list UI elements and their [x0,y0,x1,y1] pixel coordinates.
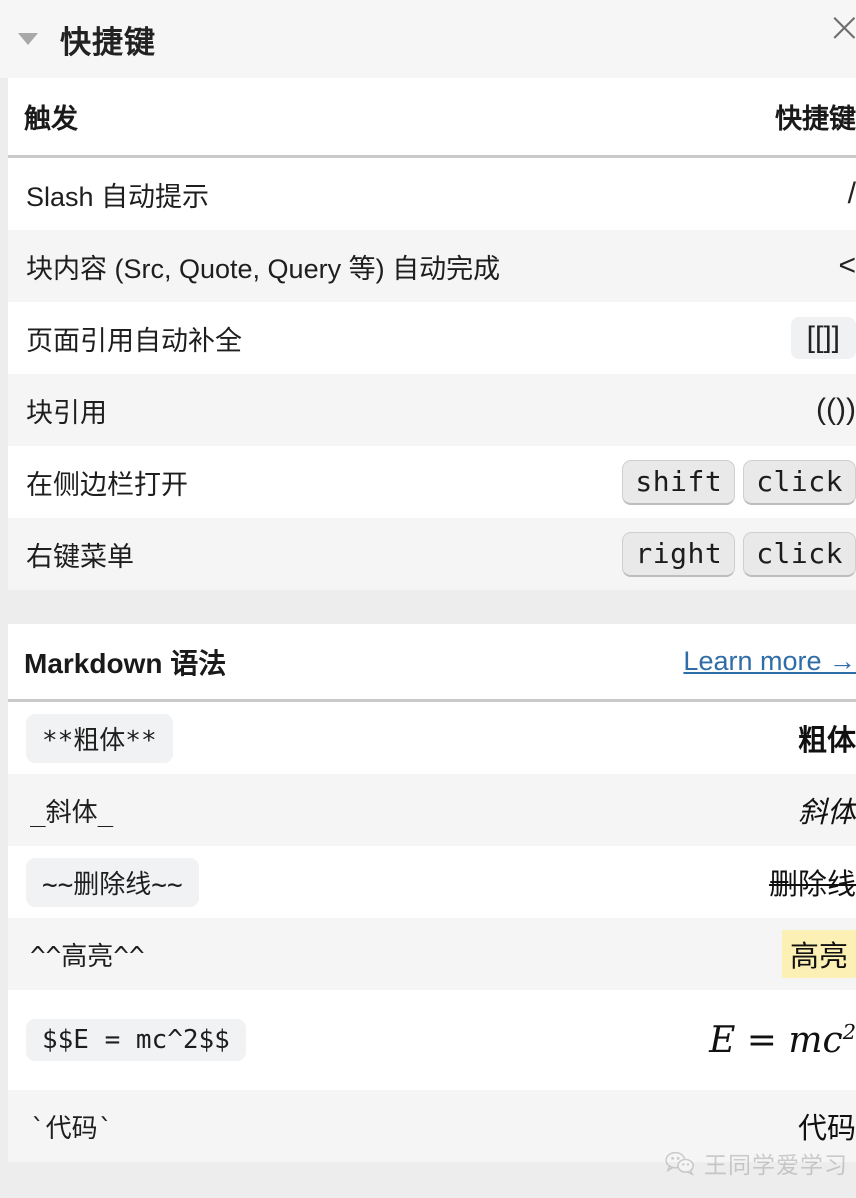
markdown-rendered-output: 代码 [797,1113,856,1145]
shortcut-glyph: (()) [816,393,856,426]
shortcut-keys: / [848,177,856,211]
section-divider [0,590,856,624]
page-title: 快捷键 [60,24,156,60]
table-header-row: 触发 快捷键 [8,78,856,158]
markdown-source: _斜体_ [30,797,114,828]
shortcut-trigger-label: Slash 自动提示 [26,181,210,212]
formula-base: E = mc [709,1019,843,1061]
shortcut-keys: shift click [622,459,856,505]
markdown-row: `代码` 代码 [8,1090,856,1162]
table-row: 块内容 (Src, Quote, Query 等) 自动完成 < [8,230,856,302]
shortcut-trigger-label: 块内容 (Src, Quote, Query 等) 自动完成 [26,253,501,284]
markdown-row: ^^高亮^^ 高亮 [8,918,856,990]
markdown-section-header: Markdown 语法 Learn more → [8,624,856,702]
shortcut-glyph: < [838,249,856,282]
shortcut-row-list: Slash 自动提示 / 块内容 (Src, Quote, Query 等) 自动完… [8,158,856,590]
markdown-rendered-output: 删除线 [768,869,856,901]
column-header-shortcut: 快捷键 [775,104,856,134]
markdown-title: Markdown 语法 [24,647,227,679]
kbd-key: click [743,531,856,577]
markdown-rendered-output: 斜体 [797,797,856,829]
markdown-row: $$E = mc^2$$ E = mc2 [8,990,856,1090]
table-row: 在侧边栏打开 shift click [8,446,856,518]
markdown-row: _斜体_ 斜体 [8,774,856,846]
kbd-key: click [743,459,856,505]
markdown-row: **粗体** 粗体 [8,702,856,774]
markdown-section: Markdown 语法 Learn more → **粗体** 粗体 _斜体_ 斜体 ~… [8,624,856,1162]
markdown-source: `代码` [30,1113,114,1144]
kbd-key: right [622,531,736,577]
shortcut-keys: [[]] [790,317,856,359]
shortcuts-table: 触发 快捷键 Slash 自动提示 / 块内容 (Src, Quote, Query… [8,78,856,590]
table-row: 块引用 (()) [8,374,856,446]
markdown-source: $$E = mc^2$$ [26,1019,246,1061]
shortcut-keys: < [838,249,856,283]
shortcut-glyph: / [847,177,856,210]
markdown-source: **粗体** [26,713,173,763]
close-icon[interactable]: × [827,6,856,48]
kbd-key: shift [622,459,736,505]
shortcut-glyph: [[]] [790,317,856,359]
formula-exponent: 2 [842,1019,856,1044]
markdown-row: ~~删除线~~ 删除线 [8,846,856,918]
column-header-trigger: 触发 [24,104,78,134]
shortcut-trigger-label: 块引用 [26,397,107,428]
shortcut-trigger-label: 页面引用自动补全 [26,325,242,356]
shortcut-keys: right click [622,531,856,577]
markdown-rendered-output: 粗体 [797,725,856,757]
learn-more-link[interactable]: Learn more → [683,646,856,677]
shortcut-keys: (()) [816,393,856,427]
markdown-rendered-output: E = mc2 [709,1020,856,1061]
markdown-source: ~~删除线~~ [26,857,199,907]
table-row: 右键菜单 right click [8,518,856,590]
table-row: 页面引用自动补全 [[]] [8,302,856,374]
shortcut-trigger-label: 右键菜单 [26,541,134,572]
markdown-source: ^^高亮^^ [30,941,145,972]
markdown-row-list: **粗体** 粗体 _斜体_ 斜体 ~~删除线~~ 删除线 ^^高亮^^ 高亮 $$E = mc… [8,702,856,1162]
markdown-rendered-output: 高亮 [781,930,856,978]
triangle-down-icon[interactable] [18,33,38,45]
shortcut-trigger-label: 在侧边栏打开 [26,469,188,500]
panel-header: 快捷键 × [0,0,856,78]
table-row: Slash 自动提示 / [8,158,856,230]
